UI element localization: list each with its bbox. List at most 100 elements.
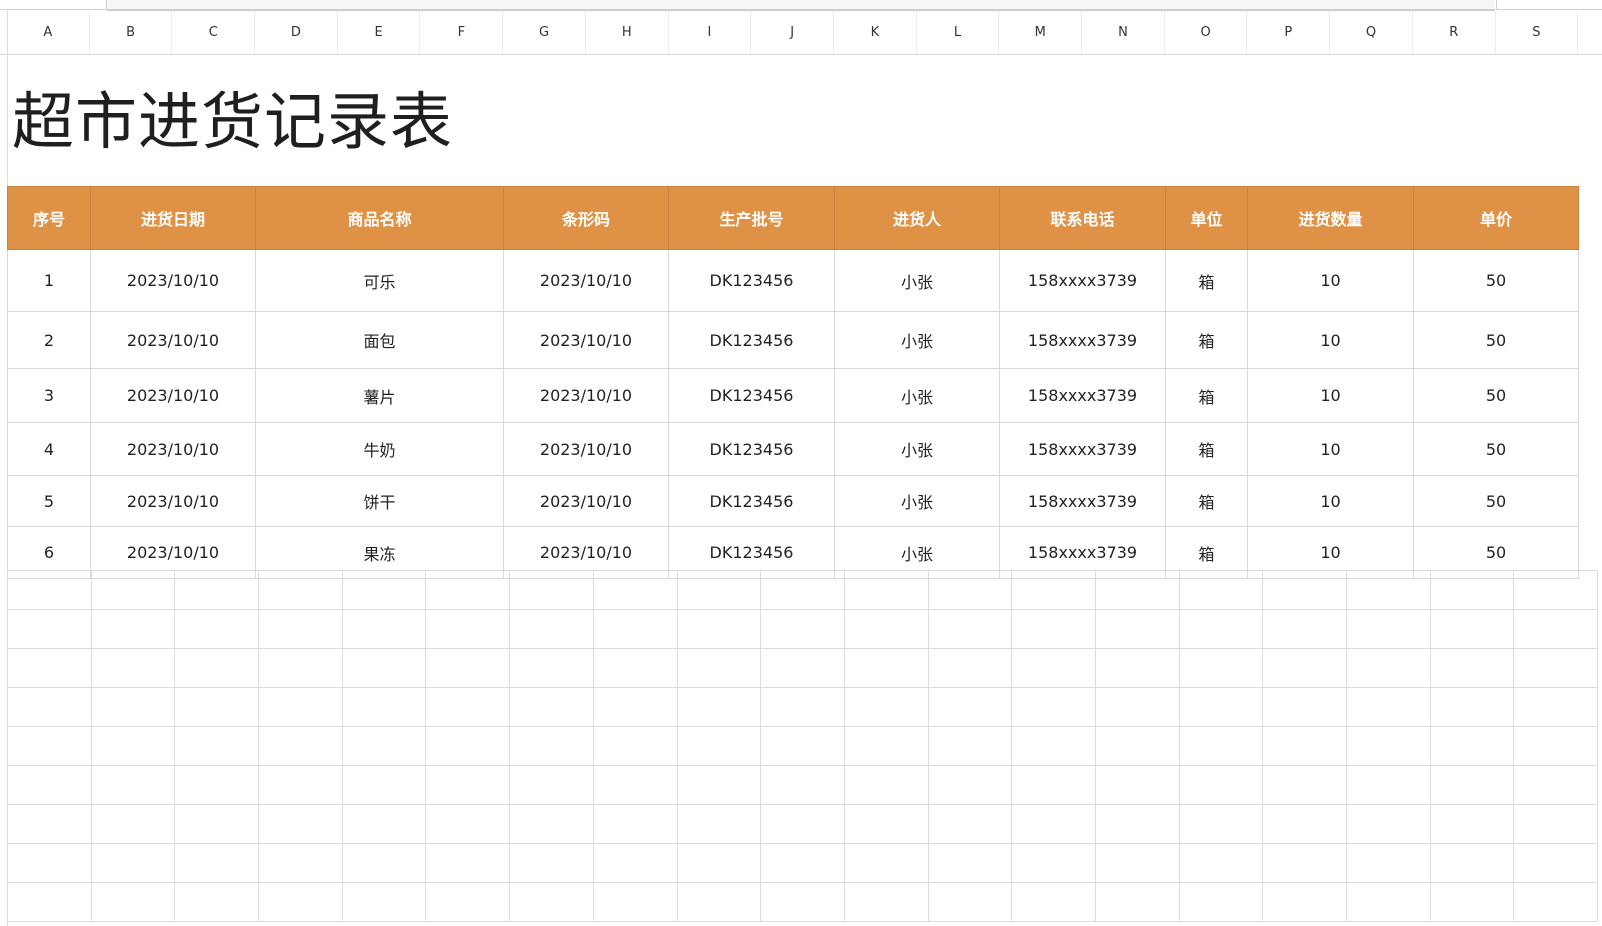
empty-cell[interactable] <box>90 843 176 883</box>
table-cell[interactable]: 2023/10/10 <box>503 422 669 476</box>
empty-cell[interactable] <box>341 882 427 922</box>
column-header-s[interactable]: S <box>1496 11 1579 54</box>
empty-cell[interactable] <box>7 609 92 649</box>
table-cell[interactable]: 3 <box>7 368 91 423</box>
column-header-h[interactable]: H <box>586 11 669 54</box>
empty-cell[interactable] <box>341 570 427 610</box>
empty-cell[interactable] <box>1513 609 1599 649</box>
empty-cell[interactable] <box>676 687 762 727</box>
table-cell[interactable]: 小张 <box>834 249 1000 312</box>
empty-cell[interactable] <box>1178 609 1264 649</box>
empty-cell[interactable] <box>7 765 92 805</box>
table-cell[interactable]: 箱 <box>1165 311 1248 369</box>
empty-cell[interactable] <box>90 765 176 805</box>
empty-cell[interactable] <box>1346 648 1431 688</box>
empty-cell[interactable] <box>1011 882 1096 922</box>
empty-cell[interactable] <box>1346 882 1431 922</box>
empty-cell[interactable] <box>1262 687 1347 727</box>
column-header-p[interactable]: P <box>1248 11 1331 54</box>
table-cell[interactable]: 2023/10/10 <box>90 249 256 312</box>
header-cell[interactable]: 进货日期 <box>90 186 256 250</box>
empty-cell[interactable] <box>1011 609 1096 649</box>
empty-cell[interactable] <box>425 765 511 805</box>
empty-cell[interactable] <box>1011 843 1096 883</box>
table-cell[interactable]: 5 <box>7 475 91 527</box>
empty-cell[interactable] <box>509 609 594 649</box>
empty-cell[interactable] <box>1011 765 1096 805</box>
column-header-k[interactable]: K <box>834 11 917 54</box>
empty-cell[interactable] <box>1094 726 1180 766</box>
column-header-r[interactable]: R <box>1413 11 1496 54</box>
table-cell[interactable]: 小张 <box>834 422 1000 476</box>
empty-cell[interactable] <box>425 804 511 844</box>
table-cell[interactable]: 50 <box>1413 422 1579 476</box>
table-cell[interactable]: 10 <box>1247 311 1414 369</box>
empty-cell[interactable] <box>1262 609 1347 649</box>
empty-cell[interactable] <box>843 570 929 610</box>
header-cell[interactable]: 生产批号 <box>668 186 835 250</box>
table-cell[interactable]: 2023/10/10 <box>503 311 669 369</box>
empty-cell[interactable] <box>1429 882 1515 922</box>
empty-cell[interactable] <box>1346 726 1431 766</box>
empty-cell[interactable] <box>843 804 929 844</box>
table-cell[interactable]: 小张 <box>834 368 1000 423</box>
empty-cell[interactable] <box>90 804 176 844</box>
empty-cell[interactable] <box>509 882 594 922</box>
empty-cell[interactable] <box>341 687 427 727</box>
empty-cell[interactable] <box>1094 843 1180 883</box>
empty-cell[interactable] <box>843 843 929 883</box>
empty-cell[interactable] <box>592 570 678 610</box>
empty-cell[interactable] <box>927 882 1013 922</box>
empty-cell[interactable] <box>174 843 260 883</box>
empty-cell[interactable] <box>509 726 594 766</box>
empty-cell[interactable] <box>1346 609 1431 649</box>
empty-cell[interactable] <box>1178 687 1264 727</box>
empty-cell[interactable] <box>174 570 260 610</box>
table-cell[interactable]: 158xxxx3739 <box>999 311 1166 369</box>
empty-cell[interactable] <box>509 843 594 883</box>
table-cell[interactable]: 158xxxx3739 <box>999 475 1166 527</box>
header-cell[interactable]: 序号 <box>7 186 91 250</box>
table-cell[interactable]: 2 <box>7 311 91 369</box>
empty-cell[interactable] <box>1094 648 1180 688</box>
empty-cell[interactable] <box>1513 648 1599 688</box>
empty-cell[interactable] <box>341 648 427 688</box>
empty-cell[interactable] <box>425 687 511 727</box>
empty-cell[interactable] <box>425 648 511 688</box>
empty-cell[interactable] <box>592 726 678 766</box>
table-cell[interactable]: DK123456 <box>668 475 835 527</box>
empty-cell[interactable] <box>676 882 762 922</box>
empty-cell[interactable] <box>258 765 343 805</box>
column-header-g[interactable]: G <box>503 11 586 54</box>
empty-cell[interactable] <box>509 570 594 610</box>
empty-cell[interactable] <box>1429 648 1515 688</box>
empty-cell[interactable] <box>676 726 762 766</box>
empty-cell[interactable] <box>90 687 176 727</box>
empty-cell[interactable] <box>927 570 1013 610</box>
empty-cell[interactable] <box>258 882 343 922</box>
empty-cell[interactable] <box>1262 726 1347 766</box>
empty-cell[interactable] <box>90 882 176 922</box>
empty-cell[interactable] <box>7 882 92 922</box>
empty-cell[interactable] <box>1094 609 1180 649</box>
table-cell[interactable]: 50 <box>1413 368 1579 423</box>
empty-cell[interactable] <box>1346 687 1431 727</box>
empty-cell[interactable] <box>341 726 427 766</box>
column-header-n[interactable]: N <box>1082 11 1165 54</box>
column-header-l[interactable]: L <box>917 11 1000 54</box>
header-cell[interactable]: 进货数量 <box>1247 186 1414 250</box>
empty-cell[interactable] <box>90 726 176 766</box>
empty-cell[interactable] <box>425 726 511 766</box>
empty-cell[interactable] <box>1011 804 1096 844</box>
empty-cell[interactable] <box>341 804 427 844</box>
empty-cell[interactable] <box>7 687 92 727</box>
column-header-i[interactable]: I <box>669 11 752 54</box>
empty-cell[interactable] <box>1429 687 1515 727</box>
column-header-a[interactable]: A <box>7 11 90 54</box>
empty-cell[interactable] <box>1513 726 1599 766</box>
table-cell[interactable]: 1 <box>7 249 91 312</box>
table-cell[interactable]: 158xxxx3739 <box>999 422 1166 476</box>
empty-cell[interactable] <box>425 882 511 922</box>
empty-cell[interactable] <box>1094 687 1180 727</box>
table-cell[interactable]: 50 <box>1413 311 1579 369</box>
